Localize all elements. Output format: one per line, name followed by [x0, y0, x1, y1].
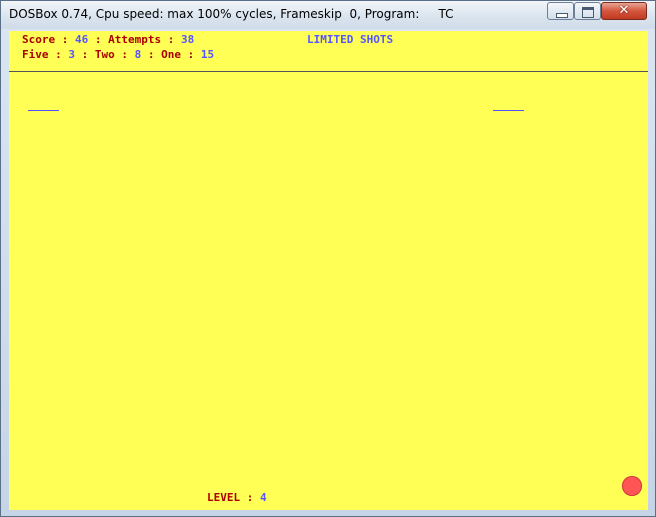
hud-divider: [9, 71, 648, 72]
attempts-value: 38: [180, 33, 195, 46]
close-icon: ✕: [618, 3, 630, 18]
hits-row: Five : 3 : Two : 8 : One : 15: [22, 48, 214, 62]
score-label: Score :: [22, 33, 75, 46]
dosbox-window: DOSBox 0.74, Cpu speed: max 100% cycles,…: [0, 0, 656, 517]
one-value: 15: [200, 48, 215, 61]
two-label: : Two :: [74, 48, 135, 61]
maximize-button[interactable]: [574, 2, 601, 20]
score-value: 46: [74, 33, 89, 46]
right-target: [493, 110, 524, 111]
attempts-label: : Attempts :: [88, 33, 181, 46]
five-label: Five :: [22, 48, 69, 61]
maximize-icon: [582, 7, 594, 18]
score-row: Score : 46 : Attempts : 38: [22, 33, 194, 47]
level-row: LEVEL : 4: [207, 491, 267, 505]
ball: [622, 476, 642, 496]
one-label: : One :: [141, 48, 201, 61]
close-button[interactable]: ✕: [601, 2, 647, 20]
level-value: 4: [259, 491, 267, 504]
minimize-button[interactable]: [547, 2, 574, 20]
left-target: [28, 110, 59, 111]
title-bar[interactable]: DOSBox 0.74, Cpu speed: max 100% cycles,…: [1, 1, 655, 29]
window-title: DOSBox 0.74, Cpu speed: max 100% cycles,…: [9, 7, 454, 21]
game-screen[interactable]: Score : 46 : Attempts : 38 LIMITED SHOTS…: [9, 31, 648, 510]
minimize-icon: [556, 13, 568, 18]
mode-label: LIMITED SHOTS: [307, 33, 394, 46]
level-label: LEVEL :: [207, 491, 260, 504]
five-value: 3: [68, 48, 75, 61]
